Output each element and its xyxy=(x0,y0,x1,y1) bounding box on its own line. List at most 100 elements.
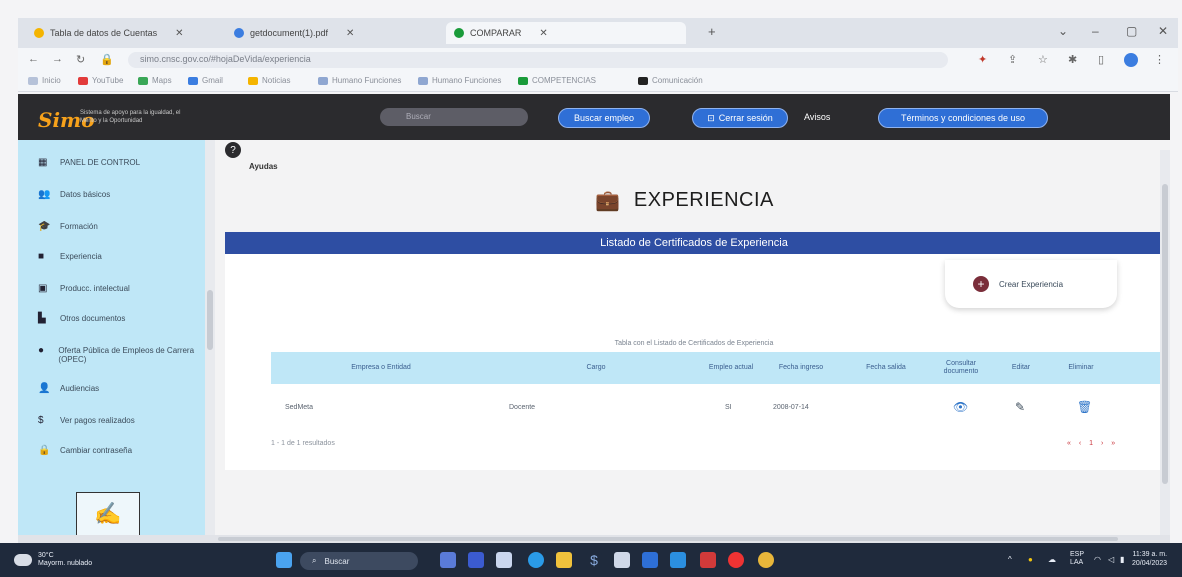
terms-button[interactable]: Términos y condiciones de uso xyxy=(878,108,1048,128)
tray-app-icon[interactable]: ● xyxy=(1028,555,1033,564)
windows-start-icon[interactable] xyxy=(276,552,292,568)
bookmark-item[interactable]: Gmail xyxy=(188,76,223,85)
bookmark-item[interactable]: YouTube xyxy=(78,76,123,85)
browser-tab-1[interactable]: Tabla de datos de Cuentas ✕ xyxy=(26,22,226,44)
scrollbar-thumb[interactable] xyxy=(207,290,213,350)
column-header[interactable]: Fecha ingreso xyxy=(761,352,841,384)
opera-icon[interactable] xyxy=(728,552,744,568)
edge-icon[interactable] xyxy=(528,552,544,568)
experience-card: + Crear Experiencia Tabla con el Listado… xyxy=(225,254,1163,470)
menu-dots-icon[interactable]: ⋮ xyxy=(1154,53,1165,66)
bookmark-item[interactable]: Noticias xyxy=(248,76,290,85)
column-header[interactable]: Editar xyxy=(991,352,1051,384)
close-icon[interactable]: ✕ xyxy=(346,28,354,39)
close-icon[interactable]: ✕ xyxy=(539,28,547,39)
sidebar-item-experiencia[interactable]: ■ Experiencia xyxy=(38,252,102,262)
delete-trash-icon[interactable]: 🗑 xyxy=(1077,400,1092,414)
word-icon[interactable] xyxy=(642,552,658,568)
address-bar-row: ← → ↻ 🔒 simo.cnsc.gov.co/#hojaDeVida/exp… xyxy=(18,48,1178,72)
dashboard-icon: ▦ xyxy=(38,157,48,168)
help-icon[interactable]: ? xyxy=(225,142,241,158)
sidebar-item-pagos[interactable]: $ Ver pagos realizados xyxy=(38,416,135,426)
taskbar-search[interactable]: ⌕ Buscar xyxy=(300,552,418,570)
chrome-icon[interactable] xyxy=(758,552,774,568)
bookmark-item[interactable]: Maps xyxy=(138,76,172,85)
close-icon[interactable]: ✕ xyxy=(175,28,183,39)
new-tab-button[interactable]: + xyxy=(708,24,716,39)
taskbar-search-label: Buscar xyxy=(324,556,350,566)
browser-tab-3[interactable]: COMPARAR ✕ xyxy=(446,22,686,44)
notices-link[interactable]: Avisos xyxy=(804,112,830,122)
sidebar-item-formacion[interactable]: 🎓 Formación xyxy=(38,222,98,232)
chevron-down-icon[interactable]: ⌄ xyxy=(1058,24,1068,38)
column-header[interactable]: Cargo xyxy=(491,352,701,384)
column-header[interactable]: Fecha salida xyxy=(841,352,931,384)
bookmark-item[interactable]: Comunicación xyxy=(638,76,703,85)
browser-tab-2[interactable]: getdocument(1).pdf ✕ xyxy=(226,22,446,44)
back-arrow-icon[interactable]: ← xyxy=(28,53,39,65)
find-job-button[interactable]: Buscar empleo xyxy=(558,108,650,128)
tab-title: COMPARAR xyxy=(470,28,522,38)
profile-avatar[interactable] xyxy=(1124,53,1138,67)
star-icon[interactable]: ☆ xyxy=(1038,53,1048,66)
puzzle-icon[interactable]: ✱ xyxy=(1068,53,1077,66)
bookmarks-bar: Inicio YouTube Maps Gmail Noticias Human… xyxy=(18,72,1178,92)
outlook-icon[interactable] xyxy=(670,552,686,568)
tray-drive-icon[interactable]: ☁ xyxy=(1048,555,1056,564)
reload-icon[interactable]: ↻ xyxy=(76,53,85,66)
store-icon[interactable] xyxy=(614,552,630,568)
create-experience-button[interactable]: + Crear Experiencia xyxy=(945,260,1117,308)
bookmark-item[interactable]: Humano Funciones xyxy=(418,76,501,85)
pagination[interactable]: « ‹ 1 › » xyxy=(1067,440,1118,447)
widgets-icon[interactable] xyxy=(440,552,456,568)
sidebar-item-contrasena[interactable]: 🔒 Cambiar contraseña xyxy=(38,446,132,456)
speaker-icon[interactable]: ◁ xyxy=(1108,555,1114,564)
tray-chevron-icon[interactable]: ^ xyxy=(1008,555,1012,564)
language-indicator[interactable]: ESP LAA xyxy=(1070,551,1084,567)
minimize-icon[interactable]: – xyxy=(1092,24,1099,38)
file-explorer-icon[interactable] xyxy=(556,552,572,568)
forward-arrow-icon[interactable]: → xyxy=(52,53,63,65)
bookmark-item[interactable]: Humano Funciones xyxy=(318,76,401,85)
maximize-icon[interactable]: ▢ xyxy=(1126,24,1137,38)
horizontal-scrollbar[interactable] xyxy=(18,535,1170,543)
column-header[interactable]: Eliminar xyxy=(1051,352,1111,384)
scrollbar-thumb[interactable] xyxy=(218,537,1118,541)
table-header: Empresa o Entidad Cargo Empleo actual Fe… xyxy=(271,352,1163,384)
battery-icon[interactable]: ▮ xyxy=(1120,555,1124,564)
bookmark-item[interactable]: COMPETENCIAS xyxy=(518,76,596,85)
extension-icon[interactable]: ✦ xyxy=(978,53,987,66)
header-search-input[interactable]: Buscar xyxy=(380,108,528,126)
help-label[interactable]: Ayudas xyxy=(249,162,278,171)
column-header[interactable]: Empresa o Entidad xyxy=(271,352,491,384)
bookmark-item[interactable]: Inicio xyxy=(28,76,61,85)
column-header[interactable]: Consultar documento xyxy=(931,352,991,384)
column-header[interactable]: Empleo actual xyxy=(701,352,761,384)
sidebar-item-datos-basicos[interactable]: 👥 Datos básicos xyxy=(38,190,110,200)
view-document-eye-icon[interactable]: 👁 xyxy=(953,400,968,414)
tab-title: getdocument(1).pdf xyxy=(250,28,329,38)
share-icon[interactable]: ⇪ xyxy=(1008,53,1017,66)
main-scrollbar[interactable] xyxy=(1160,150,1170,535)
logout-button[interactable]: ⊡ Cerrar sesión xyxy=(692,108,788,128)
task-view-icon[interactable] xyxy=(496,552,512,568)
weather-widget[interactable]: 30°C Mayorm. nublado xyxy=(14,552,92,568)
url-field[interactable]: simo.cnsc.gov.co/#hojaDeVida/experiencia xyxy=(128,52,948,68)
logout-label: Cerrar sesión xyxy=(718,113,773,123)
sidebar-item-audiencias[interactable]: 👤 Audiencias xyxy=(38,384,99,394)
dollar-app-icon[interactable]: $ xyxy=(586,552,602,568)
tab-favicon-icon xyxy=(34,28,44,38)
sidebar-item-panel[interactable]: ▦ PANEL DE CONTROL xyxy=(38,158,140,168)
acrobat-icon[interactable] xyxy=(700,552,716,568)
edit-pencil-icon[interactable]: ✎ xyxy=(1015,400,1025,414)
sidebar-scrollbar[interactable] xyxy=(205,140,215,535)
sidebar-item-produccion[interactable]: ▣ Producc. intelectual xyxy=(38,284,130,294)
close-window-icon[interactable]: ✕ xyxy=(1158,24,1168,38)
scrollbar-thumb[interactable] xyxy=(1162,184,1168,484)
teams-icon[interactable] xyxy=(468,552,484,568)
taskbar-clock[interactable]: 11:39 a. m. 20/04/2023 xyxy=(1132,550,1167,568)
wifi-icon[interactable]: ◠ xyxy=(1094,555,1101,564)
sidepanel-icon[interactable]: ▯ xyxy=(1098,53,1104,66)
sidebar-item-otros-documentos[interactable]: ▙ Otros documentos xyxy=(38,314,125,324)
sidebar-item-opec[interactable]: ● Oferta Pública de Empleos de Carrera (O… xyxy=(38,346,198,365)
